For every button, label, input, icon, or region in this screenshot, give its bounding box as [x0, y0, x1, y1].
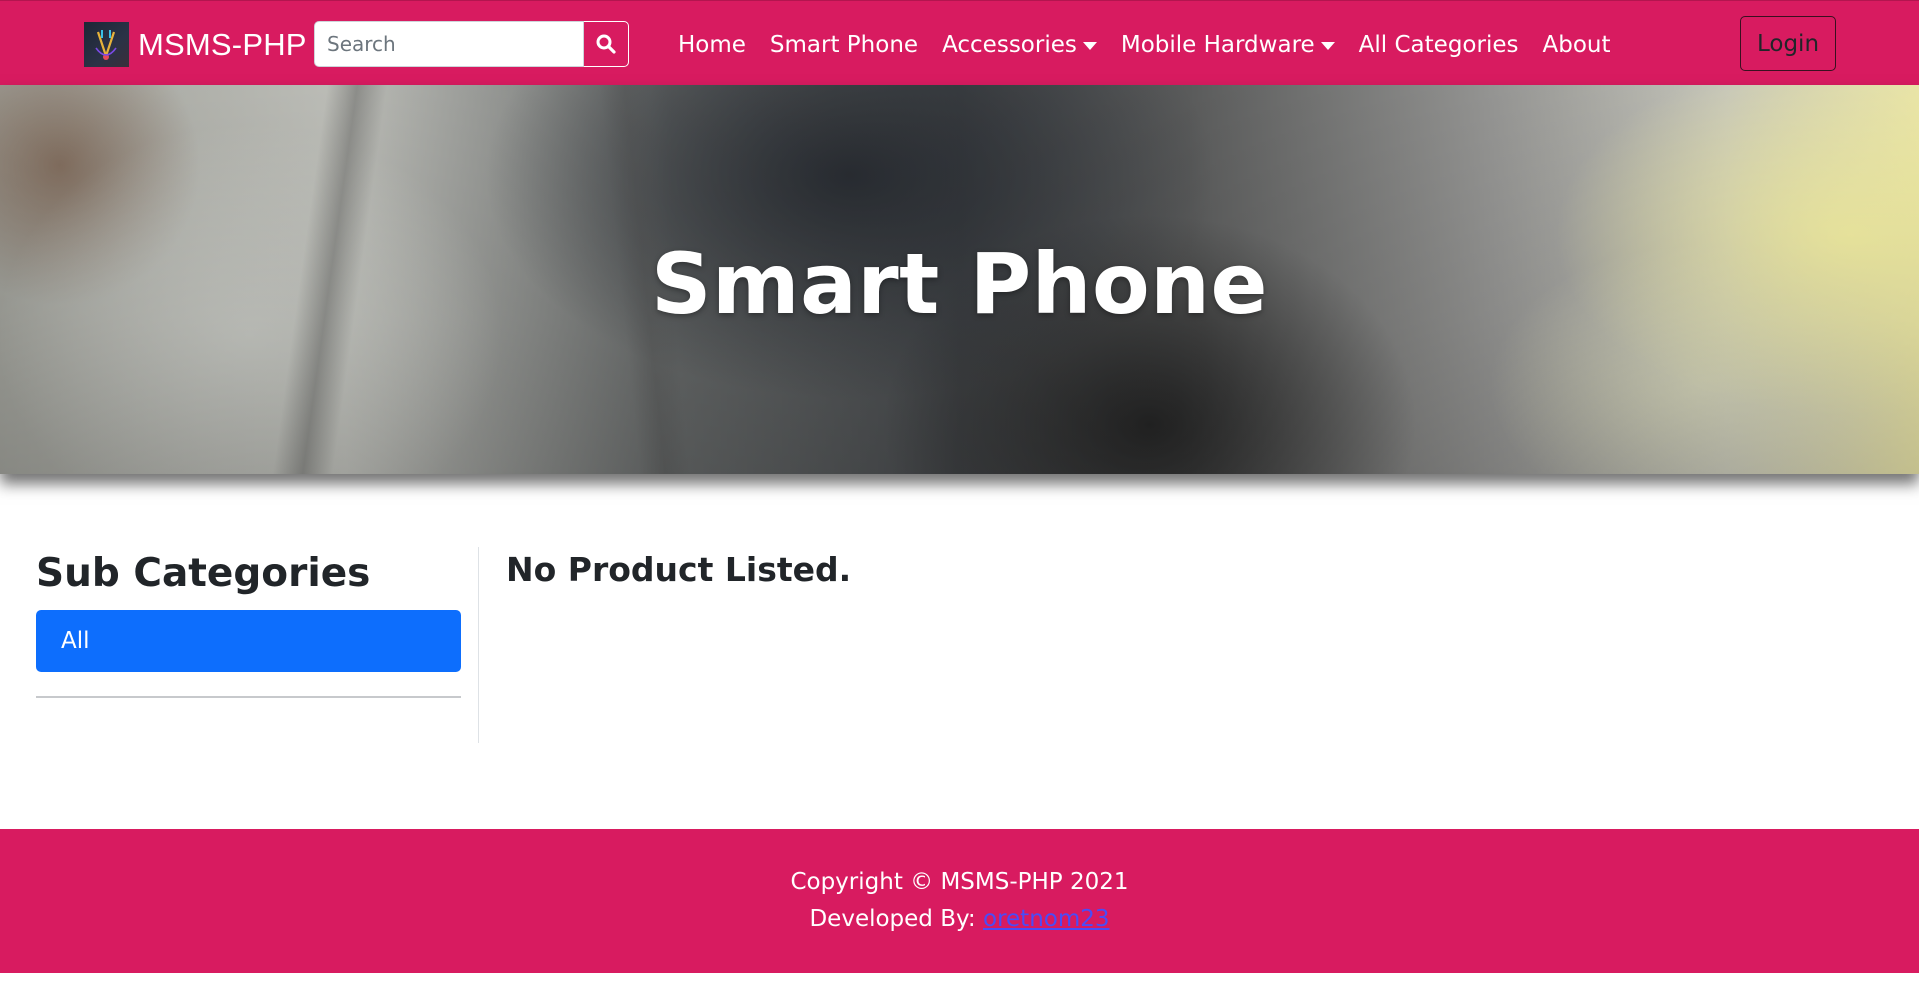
nav-dropdown-mobile-hardware[interactable]: Mobile Hardware — [1121, 32, 1335, 58]
nav-link-label: Home — [678, 32, 746, 58]
caret-down-icon — [1320, 42, 1335, 50]
nav-link-label: All Categories — [1358, 32, 1519, 58]
caret-down-icon — [1082, 42, 1097, 50]
nav-link-label: Accessories — [942, 32, 1077, 58]
hero-banner: Smart Phone — [0, 85, 1919, 474]
sidebar-divider — [36, 696, 461, 698]
empty-products-message: No Product Listed. — [506, 550, 852, 589]
brand-name: MSMS-PHP — [138, 26, 307, 62]
footer-copyright: Copyright © MSMS-PHP 2021 — [790, 869, 1129, 895]
developed-by-label: Developed By: — [809, 906, 983, 932]
search-input[interactable] — [314, 21, 584, 67]
footer-credit: Developed By: oretnom23 — [0, 906, 1919, 932]
nav-link-home[interactable]: Home — [678, 32, 746, 58]
nav-link-label: Mobile Hardware — [1120, 32, 1315, 58]
page-title: Smart Phone — [651, 235, 1268, 333]
nav-dropdown-accessories[interactable]: Accessories — [942, 32, 1097, 58]
sub-category-item-all[interactable]: All — [36, 610, 461, 672]
sidebar-title: Sub Categories — [36, 551, 371, 596]
footer: Copyright © MSMS-PHP 2021 Developed By: … — [0, 829, 1919, 973]
content-divider — [478, 547, 479, 743]
search-form — [314, 21, 629, 67]
brand-logo-icon — [84, 22, 129, 67]
sub-categories-sidebar: Sub Categories All — [36, 548, 461, 698]
nav-link-about[interactable]: About — [1542, 32, 1610, 58]
nav-link-all-categories[interactable]: All Categories — [1359, 32, 1519, 58]
nav-link-label: Smart Phone — [769, 32, 919, 58]
nav-link-smart-phone[interactable]: Smart Phone — [770, 32, 918, 58]
nav-link-label: About — [1542, 32, 1611, 58]
sub-category-label: All — [61, 628, 90, 654]
nav-links: Home Smart Phone Accessories Mobile Hard… — [666, 27, 1623, 63]
search-icon — [596, 34, 616, 54]
developer-link[interactable]: oretnom23 — [983, 906, 1110, 932]
brand-link[interactable]: MSMS-PHP — [84, 22, 307, 67]
top-navbar: MSMS-PHP Home Smart Phone Accessories Mo… — [0, 0, 1919, 85]
login-button[interactable]: Login — [1740, 16, 1836, 71]
search-button[interactable] — [584, 21, 629, 67]
